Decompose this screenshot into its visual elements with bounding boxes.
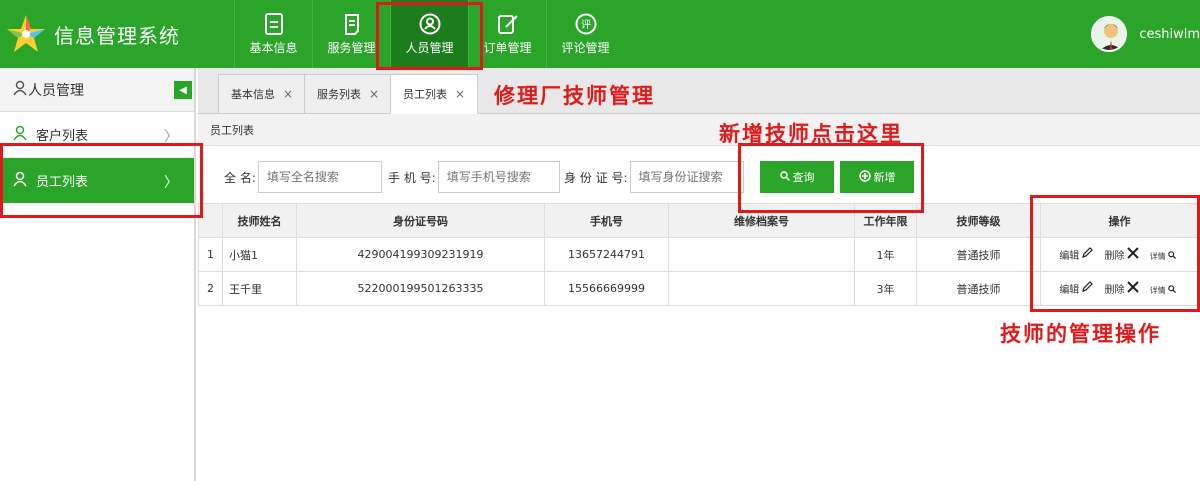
nav-basic-info[interactable]: 基本信息 — [234, 0, 312, 68]
search-id-group: 身 份 证 号: — [564, 161, 744, 193]
cell-level: 普通技师 — [916, 271, 1041, 306]
close-icon[interactable]: × — [283, 87, 293, 101]
cell-name: 小猫1 — [222, 237, 297, 272]
sidebar-item-label: 客户列表 — [36, 129, 89, 144]
tab-basic-info[interactable]: 基本信息 × — [218, 74, 307, 114]
tab-service-list[interactable]: 服务列表 × — [304, 74, 393, 114]
tab-label: 服务列表 — [317, 88, 361, 101]
cell-phone: 15566669999 — [544, 271, 669, 306]
tab-employee-list[interactable]: 员工列表 × — [390, 74, 479, 114]
user-menu[interactable]: ceshiwlm — [1091, 16, 1200, 52]
comment-icon: 评 — [575, 13, 597, 35]
phone-label: 手 机 号: — [388, 170, 436, 185]
close-icon[interactable]: × — [369, 87, 379, 101]
people-icon — [12, 80, 28, 100]
nav-label: 评论管理 — [561, 40, 610, 55]
svg-text:评: 评 — [581, 19, 591, 31]
logo: 信息管理系统 — [4, 12, 234, 56]
id-label: 身 份 证 号: — [564, 170, 628, 185]
nav-label: 服务管理 — [327, 40, 376, 55]
cell-years: 1年 — [854, 237, 917, 272]
cell-phone: 13657244791 — [544, 237, 669, 272]
sidebar-header: 人员管理 ◀ — [0, 68, 194, 112]
annotation-box-sidebar — [0, 143, 203, 218]
annotation-box-operations — [1030, 195, 1200, 312]
logo-star-icon — [4, 12, 48, 56]
row-index: 1 — [198, 237, 223, 272]
sidebar: 人员管理 ◀ 客户列表 〉 员工列表 〉 — [0, 68, 196, 481]
tab-label: 员工列表 — [403, 88, 447, 101]
annotation-box-nav — [376, 2, 483, 70]
breadcrumb-label: 员工列表 — [210, 123, 254, 137]
avatar[interactable] — [1091, 16, 1128, 52]
annotation-add-hint: 新增技师点击这里 — [719, 122, 903, 146]
top-bar: 信息管理系统 基本信息 服务管理 人员管理 订单管理 评 评论管理 ceshiw… — [0, 0, 1200, 68]
cell-id: 429004199309231919 — [296, 237, 545, 272]
annotation-title: 修理厂技师管理 — [494, 84, 655, 108]
collapse-sidebar-button[interactable]: ◀ — [174, 81, 192, 99]
cell-archive — [668, 237, 855, 272]
name-label: 全 名: — [224, 170, 256, 185]
cell-years: 3年 — [854, 271, 917, 306]
cell-name: 王千里 — [222, 271, 297, 306]
header-cell: 身份证号码 — [296, 203, 545, 238]
name-search-input[interactable] — [257, 161, 382, 193]
tab-bar: 基本信息 × 服务列表 × 员工列表 × — [198, 68, 1200, 114]
cell-level: 普通技师 — [916, 237, 1041, 272]
phone-search-input[interactable] — [437, 161, 560, 193]
id-search-input[interactable] — [629, 161, 744, 193]
close-icon[interactable]: × — [455, 87, 465, 101]
app-title: 信息管理系统 — [54, 23, 180, 48]
list-icon — [341, 13, 363, 35]
breadcrumb: 员工列表 — [198, 114, 1200, 146]
search-name-group: 全 名: — [224, 161, 382, 193]
annotation-ops-hint: 技师的管理操作 — [1000, 322, 1161, 346]
tab-label: 基本信息 — [231, 88, 275, 101]
cell-id: 522000199501263335 — [296, 271, 545, 306]
header-cell: 技师等级 — [916, 203, 1041, 238]
username: ceshiwlm — [1139, 26, 1200, 42]
edit-icon — [497, 13, 519, 35]
header-cell: 手机号 — [544, 203, 669, 238]
user-outline-icon — [12, 125, 28, 145]
cell-archive — [668, 271, 855, 306]
document-icon — [263, 12, 285, 35]
nav-label: 订单管理 — [483, 40, 532, 55]
row-index: 2 — [198, 271, 223, 306]
header-cell: 技师姓名 — [222, 203, 297, 238]
sidebar-header-label: 人员管理 — [28, 82, 84, 99]
search-phone-group: 手 机 号: — [388, 161, 560, 193]
nav-label: 基本信息 — [249, 40, 298, 55]
annotation-box-add — [738, 143, 924, 213]
nav-comment-management[interactable]: 评 评论管理 — [546, 0, 624, 68]
